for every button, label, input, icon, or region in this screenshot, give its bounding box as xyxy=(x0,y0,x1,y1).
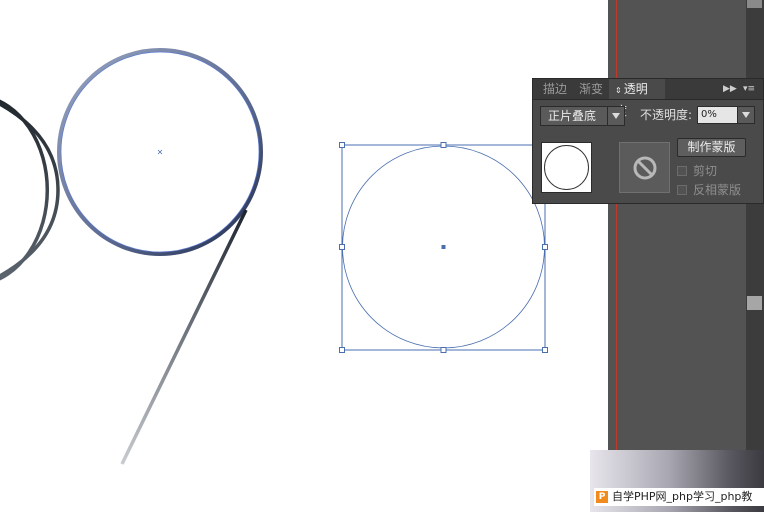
no-mask-icon xyxy=(633,156,657,180)
make-mask-button[interactable]: 制作蒙版 xyxy=(677,138,746,157)
dropdown-arrow-icon xyxy=(607,107,624,125)
blend-mode-dropdown[interactable]: 正片叠底 xyxy=(540,106,625,126)
left-digit-stroke xyxy=(0,102,60,278)
panel-tab-bar: 描边 渐变 ⇕透明度 ▶▶ ▾≡ xyxy=(533,79,763,118)
tab-stroke[interactable]: 描边 xyxy=(537,79,573,99)
opacity-label: 不透明度: xyxy=(640,108,693,122)
watermark-logo-icon: P xyxy=(596,491,608,503)
panel-menu-icon[interactable]: ▾≡ xyxy=(743,81,755,97)
clip-label: 剪切 xyxy=(693,164,718,178)
watermark-text: 自学PHP网_php学习_php教 xyxy=(612,490,753,503)
opacity-field[interactable]: 0% xyxy=(697,106,755,124)
vertical-scrollbar[interactable] xyxy=(746,0,764,450)
clip-checkbox[interactable] xyxy=(677,166,687,176)
tab-label: 描边 xyxy=(543,82,568,96)
collapse-arrows-icon[interactable]: ▶▶ xyxy=(723,81,737,97)
scrollbar-thumb[interactable] xyxy=(747,296,762,310)
transparency-panel: 描边 渐变 ⇕透明度 ▶▶ ▾≡ 正片叠底 不透明度: 0% 制作蒙版 剪切 xyxy=(532,78,764,204)
tab-gradient[interactable]: 渐变 xyxy=(573,79,609,99)
tab-transparency[interactable]: ⇕透明度 xyxy=(609,79,665,118)
opacity-dropdown-arrow-icon[interactable] xyxy=(737,107,754,123)
mask-thumbnail[interactable] xyxy=(619,142,670,193)
tab-reorder-icon: ⇕ xyxy=(615,86,622,95)
left-digit-arc[interactable] xyxy=(0,96,50,284)
site-watermark: P 自学PHP网_php学习_php教 xyxy=(590,450,764,512)
selection-center-point xyxy=(441,245,446,249)
guide-line xyxy=(616,0,617,450)
opacity-value[interactable]: 0% xyxy=(698,107,738,123)
invert-mask-checkbox[interactable] xyxy=(677,185,687,195)
nine-center-point xyxy=(157,149,163,155)
tab-label: 渐变 xyxy=(579,82,604,96)
scrollbar-top-thumb[interactable] xyxy=(747,0,762,8)
workspace-side-area xyxy=(608,0,764,450)
blend-mode-value: 正片叠底 xyxy=(548,109,597,123)
nine-tail[interactable] xyxy=(120,209,248,465)
circle-thumbnail-icon xyxy=(544,145,589,190)
invert-mask-label: 反相蒙版 xyxy=(693,183,742,197)
object-thumbnail[interactable] xyxy=(541,142,592,193)
